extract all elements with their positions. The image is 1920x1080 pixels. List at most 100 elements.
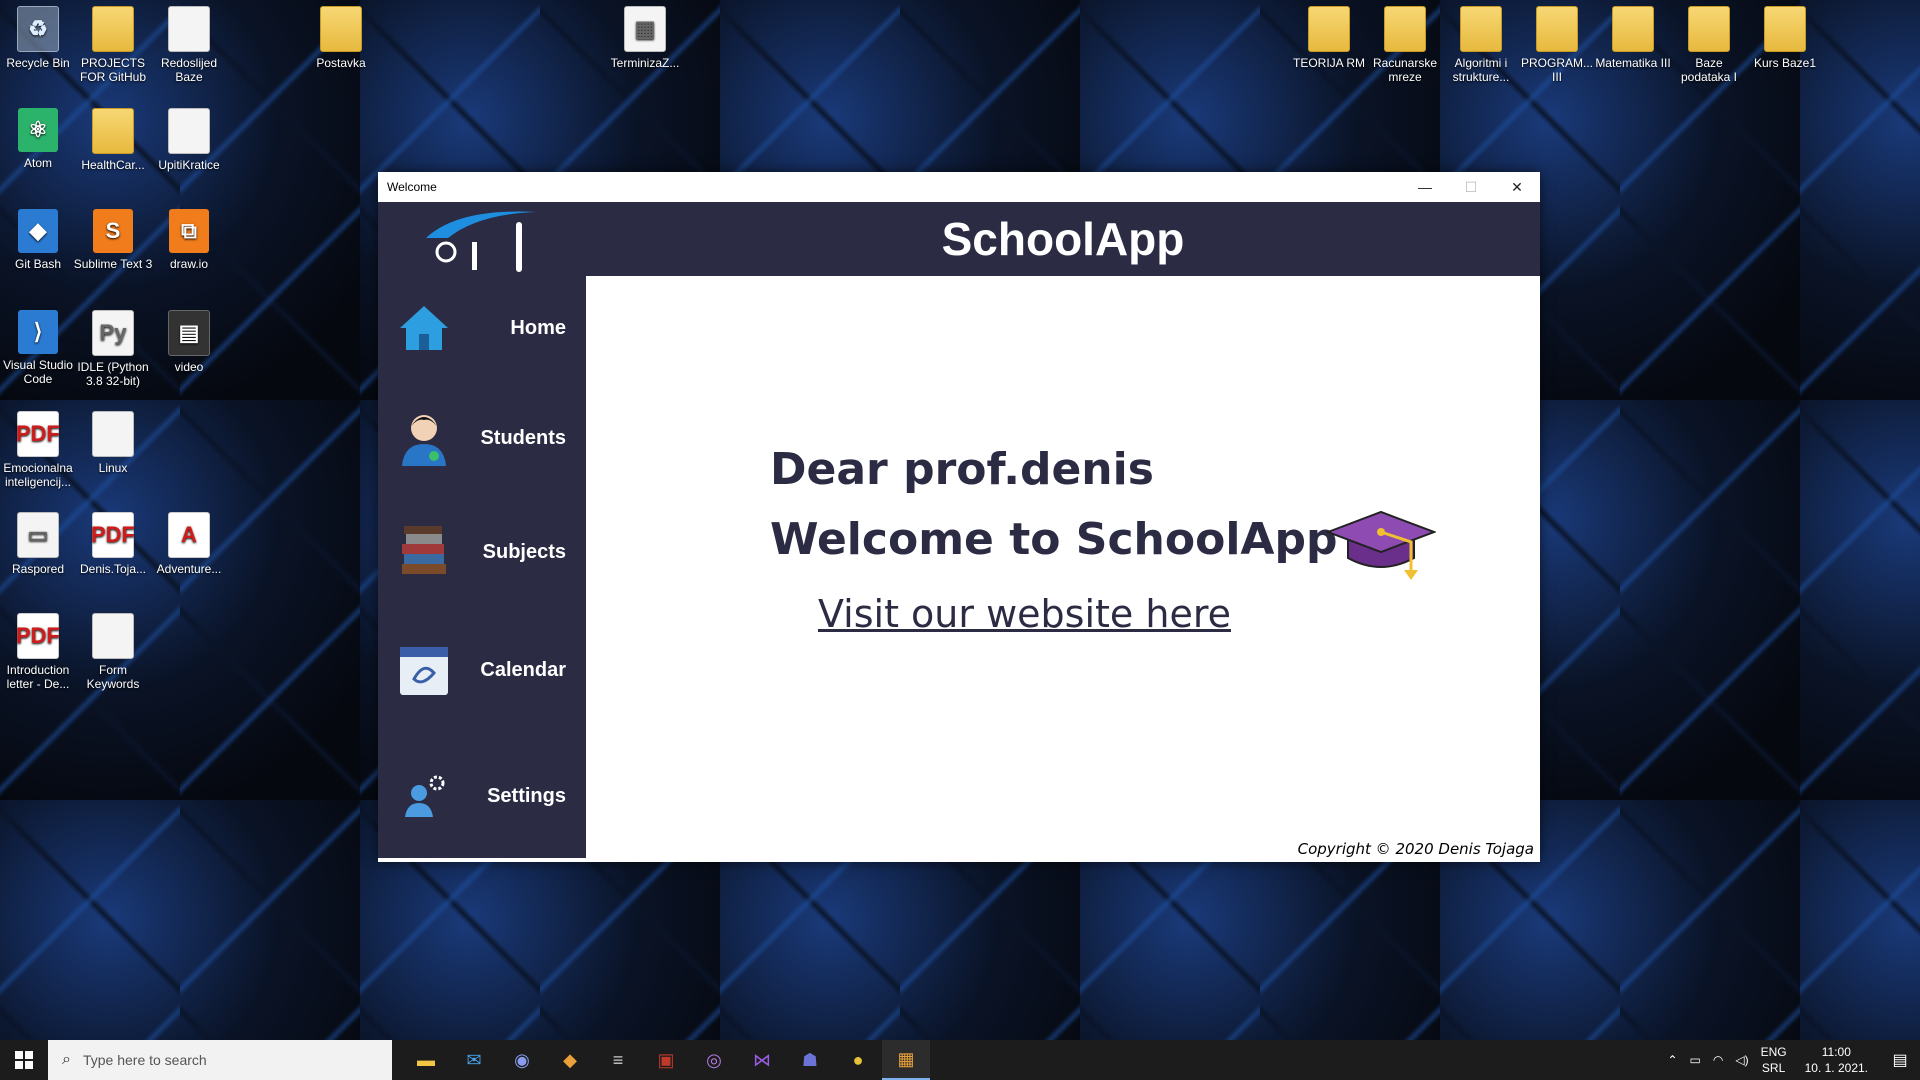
chevron-up-icon[interactable]: ⌃: [1661, 1053, 1683, 1067]
minimize-button[interactable]: —: [1402, 172, 1448, 202]
mail-icon: ✉: [466, 1049, 482, 1070]
graduation-cap-icon: [1326, 510, 1436, 580]
pdf-icon: PDF: [16, 411, 60, 457]
desktop-icon-sublime[interactable]: S Sublime Text 3: [73, 203, 153, 271]
wifi-icon[interactable]: ◠: [1707, 1053, 1729, 1067]
desktop-icon-label: draw.io: [169, 257, 209, 271]
desktop-icon-label: Racunarske mreze: [1372, 56, 1438, 84]
desktop-icon-redoslijed[interactable]: Redoslijed Baze: [149, 0, 229, 84]
desktop-icon-kurs[interactable]: Kurs Baze1: [1745, 0, 1825, 70]
nav-settings[interactable]: Settings: [378, 756, 586, 836]
desktop-icon-algoritmi[interactable]: Algoritmi i strukture...: [1441, 0, 1521, 84]
desktop-icon-label: Visual Studio Code: [3, 358, 73, 386]
vscode-icon: ⟩: [18, 310, 58, 354]
desktop-icon-idle[interactable]: Py IDLE (Python 3.8 32-bit): [73, 304, 153, 388]
clock-date: 10. 1. 2021.: [1804, 1061, 1868, 1075]
taskbar-visual-studio[interactable]: ⋈: [738, 1040, 786, 1080]
website-link[interactable]: Visit our website here: [818, 592, 1231, 636]
taskbar-chrome[interactable]: ●: [834, 1040, 882, 1080]
welcome-content: Dear prof.denis Welcome to SchoolApp Vis…: [586, 276, 1540, 862]
fit-logo-icon: [426, 211, 536, 272]
copyright-text: Copyright © 2020 Denis Tojaga: [1297, 840, 1534, 858]
notifications-icon[interactable]: ▤: [1880, 1050, 1920, 1070]
desktop-icon-label: HealthCar...: [81, 158, 145, 172]
desktop-icon-upiti[interactable]: UpitiKratice: [149, 102, 229, 172]
nav-label-home: Home: [510, 316, 566, 339]
clock[interactable]: 11:00 10. 1. 2021.: [1793, 1044, 1880, 1076]
access-icon: ▣: [657, 1049, 675, 1070]
desktop-icon-label: Git Bash: [14, 257, 62, 271]
desktop-icon-label: PROJECTS FOR GitHub: [79, 56, 146, 84]
desktop-icon-label: IDLE (Python 3.8 32-bit): [77, 360, 149, 388]
language-indicator[interactable]: ENG SRL: [1755, 1044, 1793, 1076]
desktop-icon-label: Emocionalna inteligencij...: [3, 461, 73, 489]
desktop-icon-matematika[interactable]: Matematika III: [1593, 0, 1673, 70]
document-icon: [92, 411, 134, 457]
desktop-icon-racunarske[interactable]: Racunarske mreze: [1365, 0, 1445, 84]
desktop-icon-vscode[interactable]: ⟩ Visual Studio Code: [0, 304, 78, 386]
spreadsheet-icon: ▭: [17, 512, 59, 558]
desktop-icon-emocionalna[interactable]: PDF Emocionalna inteligencij...: [0, 405, 78, 489]
taskbar-database[interactable]: ≡: [594, 1040, 642, 1080]
folder-icon: [1764, 6, 1806, 52]
desktop-icon-label: Denis.Toja...: [79, 562, 147, 576]
calendar-file-icon: ▦: [624, 6, 666, 52]
system-tray: ⌃ ▭ ◠ ◁) ENG SRL 11:00 10. 1. 2021. ▤: [1661, 1044, 1920, 1076]
nav-subjects[interactable]: Subjects: [378, 512, 586, 592]
folder-icon: [92, 6, 134, 52]
window-title: Welcome: [387, 180, 437, 194]
desktop-icon-denis-pdf[interactable]: PDF Denis.Toja...: [73, 506, 153, 576]
battery-icon[interactable]: ▭: [1684, 1053, 1707, 1067]
app-title: SchoolApp: [941, 213, 1185, 265]
desktop-icon-label: Matematika III: [1595, 56, 1671, 70]
desktop-icon-label: Redoslijed Baze: [160, 56, 218, 84]
nav-home[interactable]: Home: [378, 288, 586, 368]
folder-icon: [92, 108, 134, 154]
desktop-icon-label: Atom: [23, 156, 52, 170]
desktop-icon-raspored[interactable]: ▭ Raspored: [0, 506, 78, 576]
taskbar-access[interactable]: ▣: [642, 1040, 690, 1080]
window-titlebar[interactable]: Welcome — ☐ ✕: [378, 172, 1540, 203]
nav-label-subjects: Subjects: [482, 540, 566, 563]
greeting-text: Dear prof.denis: [770, 444, 1154, 495]
taskbar-discord[interactable]: ◉: [498, 1040, 546, 1080]
keyboard-layout: SRL: [1761, 1061, 1786, 1075]
desktop-icon-projects[interactable]: PROJECTS FOR GitHub: [73, 0, 153, 84]
taskbar-file-explorer[interactable]: ▬: [402, 1040, 450, 1080]
desktop-icon-form-keywords[interactable]: Form Keywords: [73, 607, 153, 691]
desktop-icon-video[interactable]: ▤ video: [149, 304, 229, 374]
taskbar-app-purple[interactable]: ◎: [690, 1040, 738, 1080]
close-button[interactable]: ✕: [1494, 172, 1540, 202]
nav-calendar[interactable]: Calendar: [378, 630, 586, 710]
volume-icon[interactable]: ◁): [1729, 1053, 1754, 1067]
desktop-icon-label: UpitiKratice: [158, 158, 220, 172]
nav-students[interactable]: Students: [378, 398, 586, 478]
desktop-icon-atom[interactable]: ⚛ Atom: [0, 102, 78, 170]
desktop-icon-baze[interactable]: Baze podataka I: [1669, 0, 1749, 84]
desktop-icon-label: Form Keywords: [86, 663, 140, 691]
calendar-icon: [394, 640, 454, 700]
desktop-icon-recycle-bin[interactable]: ♻ Recycle Bin: [0, 0, 78, 70]
desktop-icon-terminiza[interactable]: ▦ TerminizaZ...: [605, 0, 685, 70]
desktop-icon-adventure[interactable]: A Adventure...: [149, 506, 229, 576]
desktop-icon-introduction[interactable]: PDF Introduction letter - De...: [0, 607, 78, 691]
desktop-icon-linux[interactable]: Linux: [73, 405, 153, 475]
desktop-icon-program[interactable]: PROGRAM... III: [1517, 0, 1597, 84]
taskbar-git[interactable]: ◆: [546, 1040, 594, 1080]
taskbar-search[interactable]: ⌕ Type here to search: [48, 1040, 392, 1080]
circle-app-icon: ◎: [706, 1049, 722, 1070]
folder-icon: [1612, 6, 1654, 52]
start-button[interactable]: [0, 1040, 48, 1080]
taskbar-schoolapp[interactable]: ▦: [882, 1040, 930, 1080]
desktop-icon-label: Adventure...: [156, 562, 222, 576]
desktop-icon-git-bash[interactable]: ◆ Git Bash: [0, 203, 78, 271]
folder-icon: [320, 6, 362, 52]
taskbar-teams[interactable]: ☗: [786, 1040, 834, 1080]
desktop-icon-drawio[interactable]: ⧉ draw.io: [149, 203, 229, 271]
desktop-icon-teorija[interactable]: TEORIJA RM: [1289, 0, 1369, 70]
nav-label-calendar: Calendar: [480, 658, 566, 681]
desktop-icon-healthcar[interactable]: HealthCar...: [73, 102, 153, 172]
folder-icon: [1536, 6, 1578, 52]
taskbar-mail[interactable]: ✉: [450, 1040, 498, 1080]
desktop-icon-postavka[interactable]: Postavka: [301, 0, 381, 70]
